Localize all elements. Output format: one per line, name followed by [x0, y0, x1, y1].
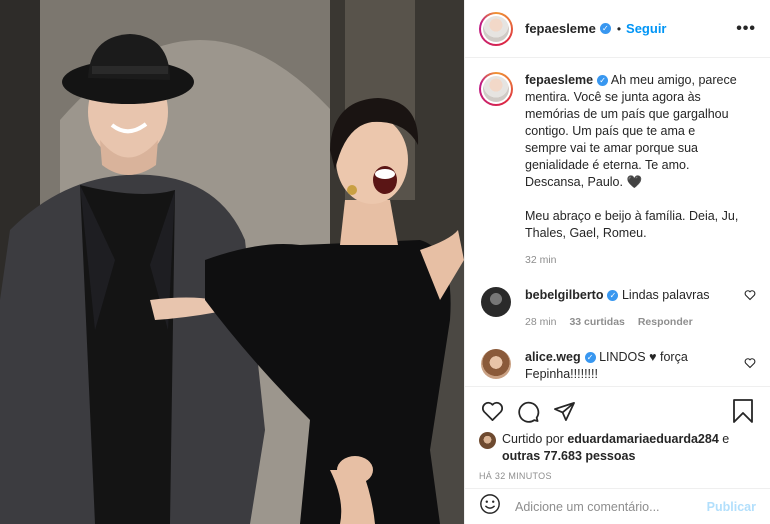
liked-by: Curtido por eduardamariaeduarda284 e out…: [479, 431, 756, 465]
liker-avatar[interactable]: [479, 432, 496, 449]
comment-item: alice.weg ✓ LINDOS ♥ força Fepinha!!!!!!!…: [479, 349, 756, 383]
caption-avatar[interactable]: [479, 72, 513, 106]
caption-time[interactable]: 32 min: [525, 254, 557, 266]
action-icons: [479, 395, 756, 427]
comment-icon[interactable]: [515, 398, 541, 424]
comment-input[interactable]: [513, 498, 707, 515]
add-comment-bar: Publicar: [465, 488, 770, 524]
header-separator: •: [616, 21, 622, 36]
publish-button[interactable]: Publicar: [707, 500, 756, 514]
comments-list[interactable]: fepaesleme ✓ Ah meu amigo, parece mentira…: [465, 58, 770, 386]
post-photo-illustration: [0, 0, 464, 524]
more-horizontal-icon[interactable]: •••: [736, 20, 756, 38]
caption: fepaesleme ✓ Ah meu amigo, parece mentira…: [479, 72, 756, 287]
comment-username[interactable]: bebelgilberto: [525, 288, 603, 302]
caption-meta: 32 min: [525, 252, 740, 269]
post-side-panel: fepaesleme ✓ • Seguir ••• fepaesleme ✓ Ah…: [464, 0, 770, 524]
follow-button[interactable]: Seguir: [626, 21, 666, 36]
post-photo[interactable]: [0, 0, 464, 524]
commenter-avatar[interactable]: [481, 349, 511, 379]
commenter-avatar[interactable]: [481, 287, 511, 317]
caption-username[interactable]: fepaesleme: [525, 73, 593, 87]
verified-badge-icon: ✓: [599, 23, 611, 34]
verified-badge-icon: ✓: [584, 352, 596, 363]
comment-likes[interactable]: 33 curtidas: [569, 316, 624, 328]
author-avatar[interactable]: [479, 11, 513, 46]
comment-text: Lindas palavras: [621, 288, 710, 302]
verified-badge-icon: ✓: [607, 290, 619, 301]
post-actions: Curtido por eduardamariaeduarda284 e out…: [465, 386, 770, 488]
instagram-post: fepaesleme ✓ • Seguir ••• fepaesleme ✓ Ah…: [0, 0, 770, 524]
comment-time[interactable]: 28 min: [525, 316, 557, 328]
share-icon[interactable]: [551, 398, 577, 424]
bookmark-icon[interactable]: [730, 398, 756, 424]
liked-by-others[interactable]: outras 77.683 pessoas: [502, 449, 635, 463]
liked-by-prefix: Curtido por: [502, 432, 568, 446]
liked-by-user[interactable]: eduardamariaeduarda284: [567, 432, 718, 446]
caption-text: Ah meu amigo, parece mentira. Você se ju…: [525, 73, 739, 240]
comment-item: bebelgilberto ✓ Lindas palavras 28 min 33…: [479, 287, 756, 349]
comment-like-heart-icon[interactable]: [744, 289, 756, 301]
liked-by-middle: e: [718, 432, 730, 446]
author-username[interactable]: fepaesleme: [525, 21, 596, 36]
post-time-ago[interactable]: HÁ 32 MINUTOS: [479, 471, 756, 481]
reply-button[interactable]: Responder: [638, 316, 693, 328]
post-header: fepaesleme ✓ • Seguir •••: [465, 0, 770, 58]
heart-icon[interactable]: [479, 398, 505, 424]
comment-like-heart-icon[interactable]: [744, 357, 756, 369]
emoji-icon[interactable]: [479, 493, 501, 520]
comment-username[interactable]: alice.weg: [525, 350, 581, 364]
comment-meta: 28 min 33 curtidas Responder: [525, 314, 740, 331]
verified-badge-icon: ✓: [597, 75, 609, 86]
